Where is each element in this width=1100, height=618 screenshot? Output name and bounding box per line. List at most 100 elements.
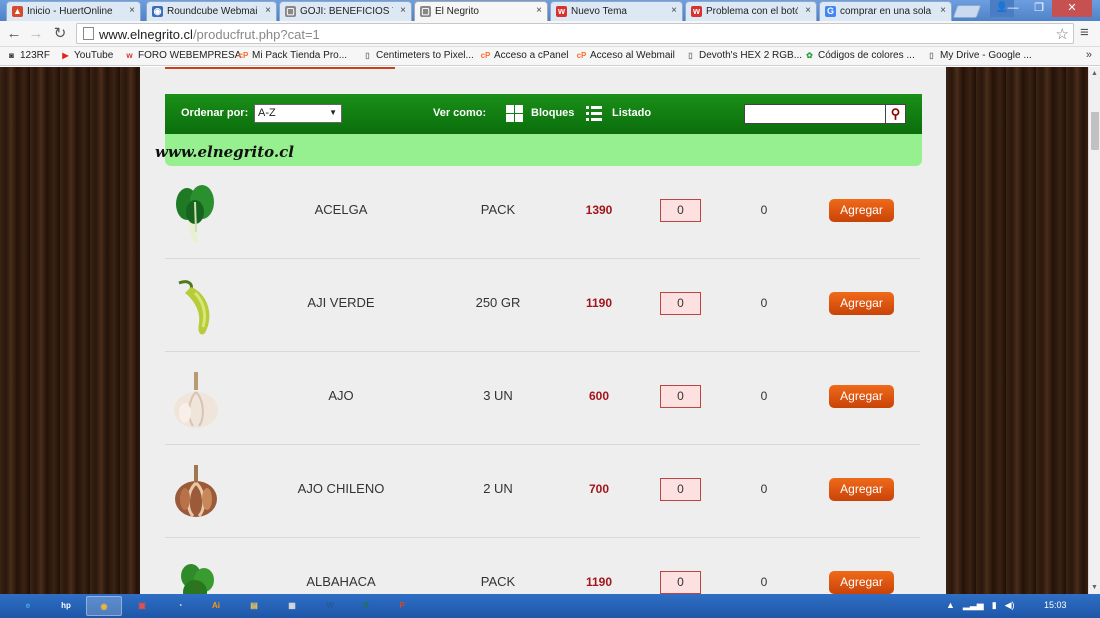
add-to-cart-button[interactable]: Agregar [829,571,894,594]
forward-icon[interactable]: → [26,24,46,44]
list-view-icon[interactable] [586,105,602,122]
quantity-input[interactable]: 0 [660,478,701,501]
bookmark-item[interactable]: ▯ Centimeters to Pixel... [362,50,474,61]
bookmarks-more-icon[interactable]: » [1086,49,1092,61]
tab-close-icon[interactable]: × [940,5,946,16]
purple-garlic-image[interactable] [171,461,221,523]
dreamweaver-icon[interactable]: ◔ [162,596,198,616]
chard-image[interactable] [171,182,221,244]
reload-icon[interactable]: ↻ [50,24,70,44]
page-icon: ▯ [365,51,370,60]
quantity-input[interactable]: 0 [660,571,701,594]
tab-favicon-icon: ▲ [12,6,23,17]
product-presentation: 3 UN [483,388,513,403]
bookmark-item[interactable]: ▶ YouTube [60,50,113,61]
bookmark-label: 123RF [20,50,51,61]
browser-tab[interactable]: ▢ El Negrito × [414,1,548,21]
bookmark-star-icon[interactable]: ☆ [1056,25,1069,43]
page-scrollbar[interactable]: ▲ ▼ [1088,67,1100,594]
taskbar-app-glyph: ▦ [288,600,296,610]
quantity-input[interactable]: 0 [660,385,701,408]
tab-title: Inicio - HuertOnline [27,6,113,17]
hp-icon[interactable]: hp [48,596,84,616]
scrollbar-thumb[interactable] [1091,112,1099,150]
browser-tab[interactable]: ▢ GOJI: BENEFICIOS Y P × [279,1,412,21]
product-row: ALBAHACA PACK 1190 0 0 Agregar [165,538,920,594]
close-window-button[interactable]: ✕ [1052,0,1092,17]
product-subtotal: 0 [760,203,768,217]
new-tab-button[interactable] [952,5,982,18]
taskbar-app-glyph: Ai [212,600,220,610]
product-toolbar: Ordenar por: A-Z ▼ Ver como: Bloques Lis… [165,94,922,134]
tab-close-icon[interactable]: × [129,5,135,16]
tab-close-icon[interactable]: × [265,5,271,16]
browser-tab[interactable]: Gcomprar en una sola × [819,1,952,21]
quantity-input[interactable]: 0 [660,292,701,315]
add-to-cart-button[interactable]: Agregar [829,199,894,222]
battery-icon[interactable]: ▮ [992,600,997,611]
product-presentation: PACK [480,202,516,217]
product-subtotal: 0 [760,575,768,589]
minimize-button[interactable]: — [1000,0,1026,17]
bookmarks-bar: ◙ 123RF ▶ YouTube w FORO WEBEMPRESA cP Mi Pack … [0,47,1100,66]
browser-tab[interactable]: w Nuevo Tema × [550,1,683,21]
clock[interactable]: 15:03 [1044,600,1067,610]
bookmark-label: My Drive - Google ... [940,50,1032,61]
tab-close-icon[interactable]: × [671,5,677,16]
illustrator-icon[interactable]: Ai [198,596,234,616]
file-explorer-icon[interactable]: ▤ [236,596,272,616]
browser-tab[interactable]: ▲ Inicio - HuertOnline × [6,1,141,21]
search-icon[interactable]: ⚲ [885,105,905,123]
taskbar-app-glyph: X [363,600,369,610]
menu-icon[interactable]: ≡ [1080,24,1089,41]
view-list-link[interactable]: Listado [612,107,651,119]
network-icon[interactable]: ▂▃▅ [963,600,984,611]
bookmark-item[interactable]: cP Acceso al Webmail [576,50,675,61]
grid-view-icon[interactable] [506,105,523,122]
scroll-down-icon[interactable]: ▼ [1091,584,1098,591]
sort-select[interactable]: A-Z ▼ [254,104,342,123]
scroll-up-icon[interactable]: ▲ [1091,70,1098,77]
garlic-image[interactable] [171,368,221,430]
bookmark-item[interactable]: w FORO WEBEMPRESA [124,50,241,61]
chrome-icon[interactable]: ◉ [86,596,122,616]
page-icon: ▯ [688,51,693,60]
word-icon[interactable]: W [312,596,348,616]
taskbar-app-glyph: ◉ [100,601,108,611]
bookmark-item[interactable]: ▯ Devoth's HEX 2 RGB... [685,50,802,61]
internet-explorer-icon[interactable]: e [10,596,46,616]
browser-tab[interactable]: ◉ Roundcube Webmail × [146,1,277,21]
back-icon[interactable]: ← [4,24,24,44]
browser-tab[interactable]: w Problema con el botó × [685,1,817,21]
basil-image[interactable] [171,554,221,594]
tab-close-icon[interactable]: × [536,5,542,16]
bookmark-item[interactable]: cP Mi Pack Tienda Pro... [238,50,347,61]
paint-icon[interactable]: ▣ [124,596,160,616]
search-input[interactable]: ⚲ [744,104,906,124]
bookmark-item[interactable]: ✿ Códigos de colores ... [804,50,915,61]
taskbar: e hp ◉ ▣ ◔ Ai ▤ ▦ W X P ▲ ▂▃▅ ▮ ◀) 15:03 [0,594,1100,618]
green-pepper-image[interactable] [171,275,221,337]
tab-close-icon[interactable]: × [400,5,406,16]
powerpoint-icon[interactable]: P [384,596,420,616]
top-divider [165,67,395,69]
add-to-cart-button[interactable]: Agregar [829,385,894,408]
maximize-button[interactable]: ❐ [1026,0,1052,17]
excel-icon[interactable]: X [348,596,384,616]
volume-icon[interactable]: ◀) [1005,600,1015,611]
tray-arrow-icon[interactable]: ▲ [946,600,955,611]
bookmark-item[interactable]: cP Acceso a cPanel [480,50,569,61]
bookmark-item[interactable]: ▯ My Drive - Google ... [926,50,1032,61]
product-subtotal: 0 [760,482,768,496]
add-to-cart-button[interactable]: Agregar [829,292,894,315]
view-blocks-link[interactable]: Bloques [531,107,574,119]
bookmark-item[interactable]: ◙ 123RF [6,50,50,61]
quantity-input[interactable]: 0 [660,199,701,222]
tab-close-icon[interactable]: × [805,5,811,16]
add-to-cart-button[interactable]: Agregar [829,478,894,501]
tab-strip: ▲ Inicio - HuertOnline × ◉ Roundcube Webmail… [0,0,1100,21]
calculator-icon[interactable]: ▦ [274,596,310,616]
address-bar[interactable]: www.elnegrito.cl/producfrut.php?cat=1 ☆ [76,23,1074,44]
tab-favicon-icon: ◉ [152,6,163,17]
taskbar-app-glyph: hp [61,600,71,610]
